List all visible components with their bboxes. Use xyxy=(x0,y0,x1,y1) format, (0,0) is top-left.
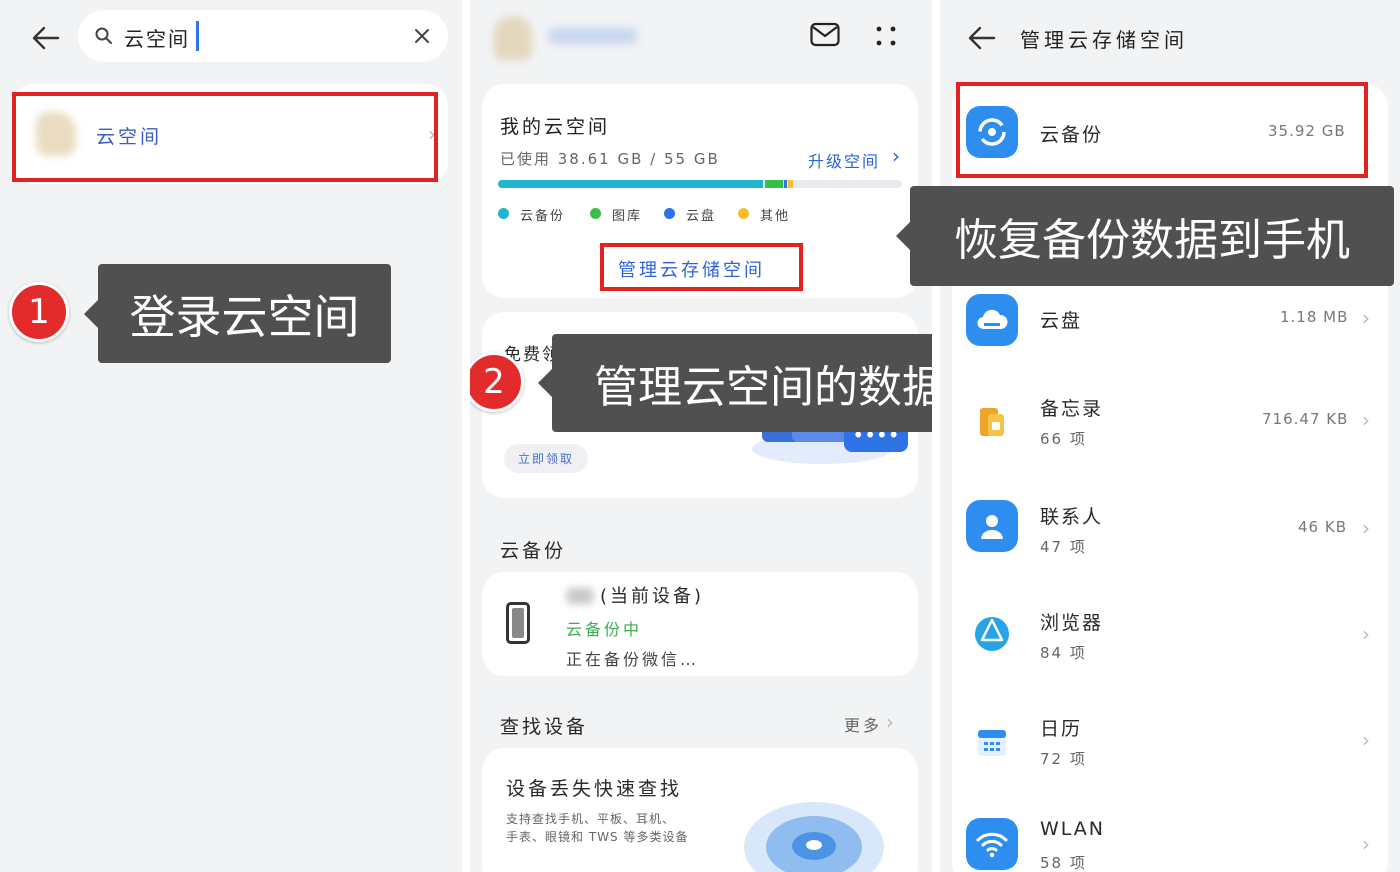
item-size: 716.47 KB xyxy=(1262,410,1349,428)
usage-bar-other xyxy=(788,180,793,188)
chevron-right-icon: › xyxy=(1362,516,1370,540)
item-count: 84 项 xyxy=(1040,644,1087,662)
wlan-icon xyxy=(966,818,1018,870)
upgrade-link[interactable]: 升级空间 xyxy=(808,148,880,172)
list-item-browser[interactable]: 浏览器 84 项 › xyxy=(952,588,1388,688)
avatar[interactable] xyxy=(494,16,532,60)
legend-dot-backup xyxy=(498,208,509,219)
item-count: 72 项 xyxy=(1040,750,1087,768)
backup-section-title: 云备份 xyxy=(500,540,567,562)
more-link[interactable]: 更多 xyxy=(844,712,882,736)
item-count: 47 项 xyxy=(1040,538,1087,556)
item-name: 云盘 xyxy=(1040,310,1083,332)
chevron-right-icon: › xyxy=(1362,832,1370,856)
cloud-drive-icon xyxy=(966,294,1018,346)
legend-other: 其他 xyxy=(760,209,791,224)
usage-bar xyxy=(498,180,902,188)
chevron-right-icon: › xyxy=(1362,622,1370,646)
item-name: 备忘录 xyxy=(1040,398,1104,420)
highlight-box-1 xyxy=(12,92,438,182)
chevron-right-icon: › xyxy=(1362,306,1370,330)
panel-cloud-home: 我的云空间 已使用 38.61 GB / 55 GB 升级空间 › 云备份 图库… xyxy=(470,0,932,872)
list-item-notes[interactable]: 备忘录 66 项 716.47 KB › xyxy=(952,372,1388,472)
legend-backup: 云备份 xyxy=(520,209,566,224)
current-device-label: (当前设备) xyxy=(600,586,705,607)
username xyxy=(548,28,638,44)
device-name xyxy=(566,588,594,604)
search-input[interactable]: 云空间 xyxy=(124,23,190,52)
find-device-title: 查找设备 xyxy=(500,716,589,738)
step-label-3: 恢复备份数据到手机 xyxy=(896,186,1394,286)
my-cloud-title: 我的云空间 xyxy=(500,116,611,138)
more-chevron-icon: › xyxy=(886,710,894,734)
item-name: 联系人 xyxy=(1040,506,1104,528)
claim-button[interactable]: 立即领取 xyxy=(504,444,589,473)
legend-gallery: 图库 xyxy=(612,209,643,224)
item-size: 46 KB xyxy=(1298,518,1347,536)
radar-illustration xyxy=(744,792,884,872)
legend-dot-gallery xyxy=(590,208,601,219)
contacts-icon xyxy=(966,500,1018,552)
item-size: 1.18 MB xyxy=(1280,308,1349,326)
item-count: 66 项 xyxy=(1040,430,1087,448)
find-card-title: 设备丢失快速查找 xyxy=(506,778,683,800)
item-name: 浏览器 xyxy=(1040,612,1104,634)
find-card-desc-1: 支持查找手机、平板、耳机、 xyxy=(506,812,676,826)
legend-dot-other xyxy=(738,208,749,219)
list-item-cloud-drive[interactable]: 云盘 1.18 MB › xyxy=(952,284,1388,364)
panel-search: 云空间 云空间 › 1 登录云空间 xyxy=(0,0,462,872)
chevron-right-icon: › xyxy=(1362,728,1370,752)
list-item-calendar[interactable]: 日历 72 项 › xyxy=(952,696,1388,796)
item-name: WLAN xyxy=(1040,818,1106,840)
notes-icon xyxy=(966,396,1018,448)
find-device-card[interactable]: 设备丢失快速查找 支持查找手机、平板、耳机、 手表、眼镜和 TWS 等多类设备 xyxy=(482,748,918,872)
legend-drive: 云盘 xyxy=(686,209,717,224)
list-item-contacts[interactable]: 联系人 47 项 46 KB › xyxy=(952,480,1388,580)
backup-status: 云备份中 xyxy=(566,620,643,639)
calendar-icon xyxy=(966,716,1018,768)
find-card-desc-2: 手表、眼镜和 TWS 等多类设备 xyxy=(506,830,689,844)
list-item-wlan[interactable]: WLAN 58 项 › xyxy=(952,804,1388,872)
upgrade-chevron-icon: › xyxy=(892,144,900,168)
page-title: 管理云存储空间 xyxy=(1020,28,1188,52)
backup-detail: 正在备份微信… xyxy=(566,650,700,669)
back-arrow-icon[interactable] xyxy=(30,22,62,54)
mail-icon[interactable] xyxy=(810,22,840,48)
step-badge-1: 1 xyxy=(9,282,69,342)
usage-legend: 云备份 图库 云盘 其他 xyxy=(498,204,838,224)
search-bar[interactable]: 云空间 xyxy=(78,10,448,62)
usage-text: 已使用 38.61 GB / 55 GB xyxy=(500,150,720,168)
step-label-2: 管理云空间的数据 xyxy=(538,334,932,432)
highlight-box-2 xyxy=(600,243,803,291)
device-backup-card[interactable]: (当前设备) 云备份中 正在备份微信… xyxy=(482,572,918,676)
usage-bar-gallery xyxy=(765,180,783,188)
item-name: 日历 xyxy=(1040,718,1083,740)
more-dots-icon[interactable] xyxy=(874,24,898,48)
highlight-box-3 xyxy=(956,82,1368,178)
usage-bar-backup xyxy=(498,180,763,188)
legend-dot-drive xyxy=(664,208,675,219)
search-icon xyxy=(94,26,114,46)
chevron-right-icon: › xyxy=(1362,408,1370,432)
usage-bar-drive xyxy=(784,180,787,188)
browser-icon xyxy=(966,608,1018,660)
clear-icon[interactable] xyxy=(414,28,430,44)
step-label-1: 登录云空间 xyxy=(84,264,391,363)
text-cursor xyxy=(196,21,199,51)
back-arrow-icon[interactable] xyxy=(966,22,998,54)
item-count: 58 项 xyxy=(1040,854,1087,872)
phone-icon xyxy=(506,602,530,644)
panel-manage-storage: 管理云存储空间 云备份 35.92 GB › 云盘 1.18 MB › 备忘录 … xyxy=(940,0,1400,872)
